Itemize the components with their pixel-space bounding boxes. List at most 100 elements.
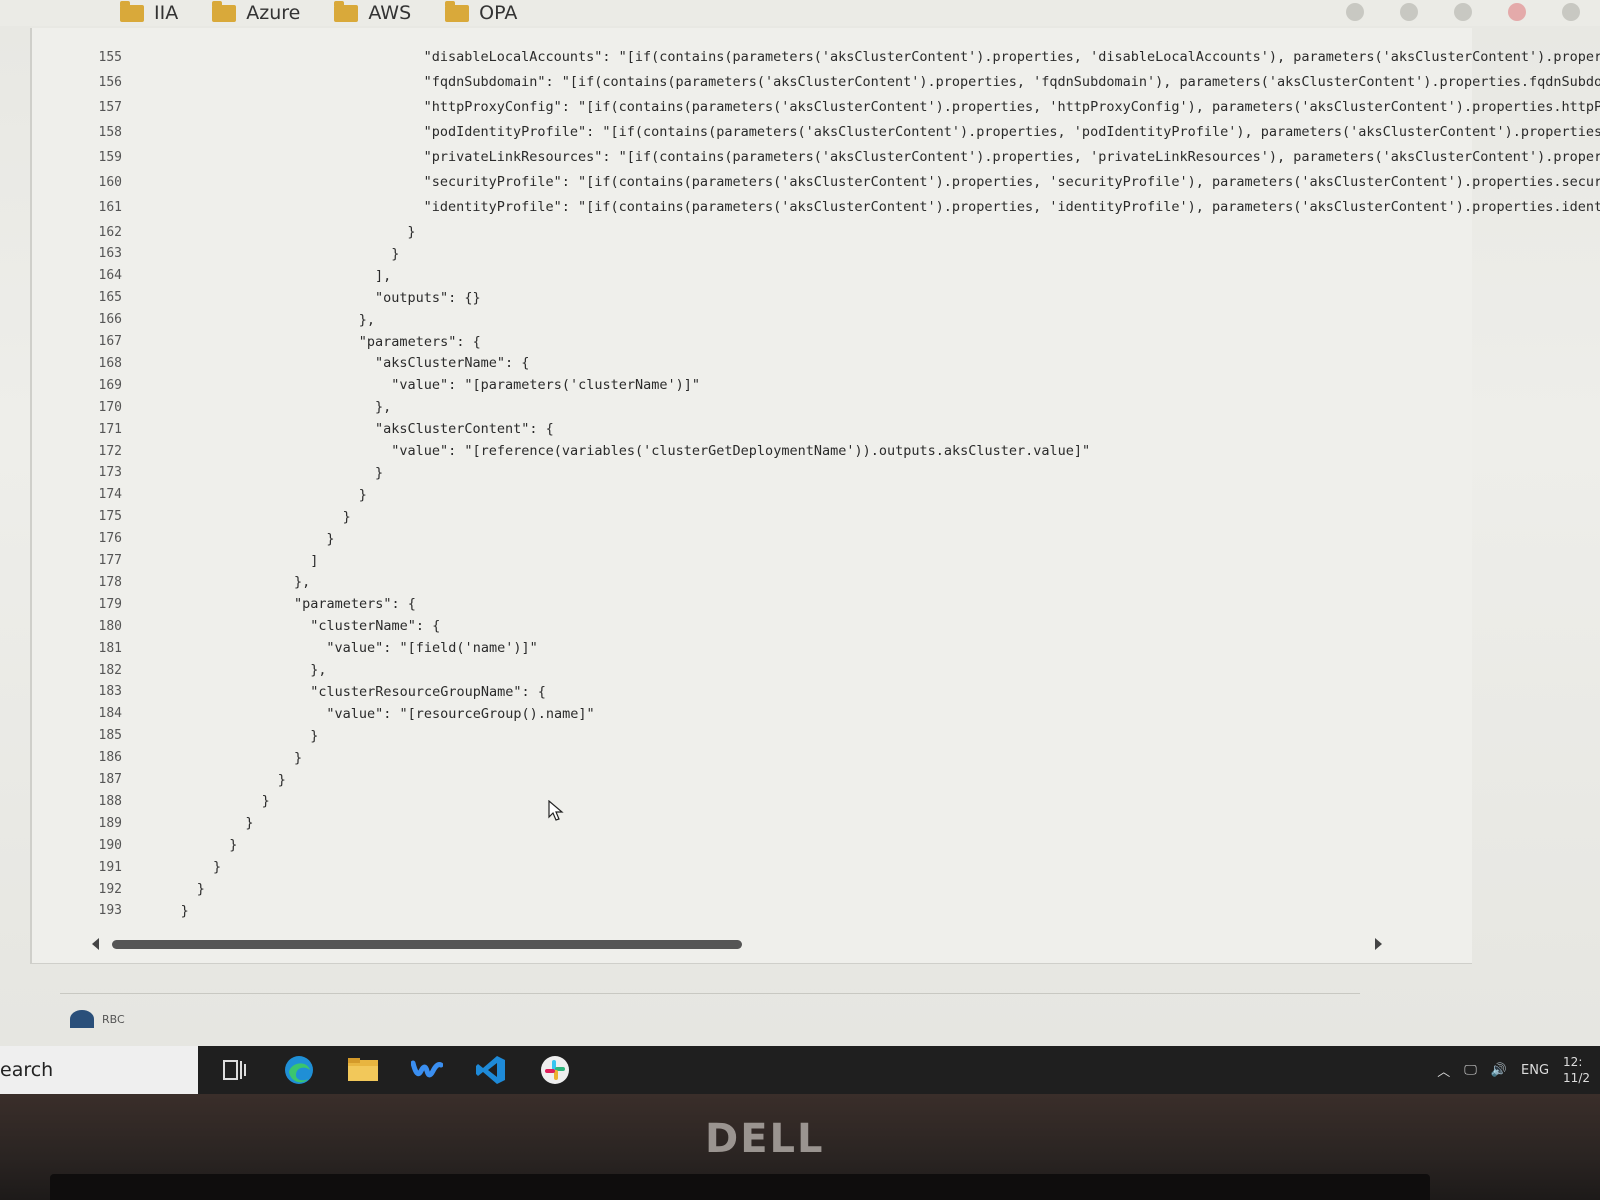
code-text: ] <box>310 552 319 569</box>
extension-icon[interactable] <box>1454 3 1472 21</box>
code-text: } <box>180 902 189 919</box>
bookmark-folder-azure[interactable]: Azure <box>212 0 301 24</box>
code-line: 187} <box>32 769 1472 791</box>
scrollbar-thumb[interactable] <box>112 940 742 949</box>
code-line: 160 "securityProfile": "[if(contains(para… <box>32 171 1600 193</box>
profile-icon[interactable] <box>1508 3 1526 21</box>
line-number: 188 <box>98 793 122 809</box>
folder-icon <box>120 0 144 22</box>
language-indicator[interactable]: ENG <box>1521 1063 1549 1078</box>
line-number: 168 <box>98 355 122 371</box>
code-line: 182}, <box>32 659 1472 681</box>
favorites-icon[interactable] <box>1400 3 1418 21</box>
code-text: "value": "[field('name')]" <box>326 640 538 657</box>
code-line: 162} <box>32 221 1472 243</box>
line-number: 171 <box>98 421 122 437</box>
bookmark-label: AWS <box>368 2 412 24</box>
code-text: }, <box>358 311 376 328</box>
slack-icon[interactable] <box>538 1053 572 1087</box>
code-line: 179 "parameters": { <box>32 593 1472 615</box>
line-number: 178 <box>98 574 122 590</box>
line-number: 161 <box>98 199 122 215</box>
refresh-icon[interactable] <box>1562 3 1580 21</box>
code-text: } <box>213 859 222 876</box>
line-number: 187 <box>98 772 122 787</box>
code-text: } <box>391 245 400 262</box>
code-editor[interactable]: 155 "disableLocalAccounts": "[if(contains… <box>30 28 1600 964</box>
clock[interactable]: 12: 11/2 <box>1563 1054 1590 1086</box>
line-number: 176 <box>98 531 122 547</box>
code-line: 155 "disableLocalAccounts": "[if(contains… <box>32 46 1600 68</box>
bookmark-folder-opa[interactable]: OPA <box>445 0 517 24</box>
network-icon[interactable]: 🖵 <box>1464 1063 1477 1078</box>
task-view-icon[interactable] <box>218 1053 252 1087</box>
code-text: } <box>407 224 416 240</box>
file-explorer-icon[interactable] <box>346 1053 380 1087</box>
line-number: 189 <box>98 815 122 831</box>
code-line: 185} <box>32 725 1472 747</box>
code-text: } <box>375 464 384 481</box>
vscode-icon[interactable] <box>474 1053 508 1087</box>
line-number: 175 <box>98 509 122 525</box>
folder-icon <box>212 0 237 22</box>
edge-icon[interactable] <box>282 1053 316 1087</box>
scroll-left-icon[interactable] <box>92 938 99 950</box>
code-text: } <box>326 530 335 547</box>
code-line: 178}, <box>32 571 1472 593</box>
code-text: } <box>245 815 254 832</box>
clock-time: 12: <box>1563 1055 1583 1069</box>
taskbar: earch ︿ 🖵 🔊 ENG 12: 11/2 <box>0 1046 1600 1094</box>
code-text: "podIdentityProfile": "[if(contains(para… <box>423 124 1600 140</box>
scroll-right-icon[interactable] <box>1375 938 1382 950</box>
bookmark-folder-aws[interactable]: AWS <box>334 0 412 24</box>
footer-brand: RBC <box>70 1010 125 1028</box>
taskbar-search-box[interactable]: earch <box>0 1046 198 1094</box>
code-text: "aksClusterContent": { <box>375 421 554 438</box>
download-icon[interactable] <box>1346 3 1364 21</box>
divider <box>60 993 1360 994</box>
line-number: 184 <box>98 706 122 722</box>
code-text: "value": "[parameters('clusterName')]" <box>391 377 701 394</box>
webex-icon[interactable] <box>410 1053 444 1087</box>
line-number: 177 <box>98 553 122 568</box>
line-number: 170 <box>98 399 122 415</box>
clock-date: 11/2 <box>1563 1071 1590 1085</box>
bookmark-label: Azure <box>246 2 301 24</box>
code-line: 174} <box>32 484 1472 506</box>
code-text: "fqdnSubdomain": "[if(contains(parameter… <box>423 74 1600 90</box>
code-text: }, <box>375 399 392 416</box>
volume-icon[interactable]: 🔊 <box>1491 1063 1507 1078</box>
chevron-up-icon[interactable]: ︿ <box>1437 1061 1450 1080</box>
code-line: 189} <box>32 812 1472 834</box>
line-number: 173 <box>98 465 122 481</box>
code-text: "clusterName": { <box>310 618 441 635</box>
code-text: } <box>277 771 286 788</box>
line-number: 156 <box>98 74 122 90</box>
bookmark-folder-iia[interactable]: IIA <box>120 0 179 24</box>
line-number: 193 <box>98 903 122 919</box>
footer-label: RBC <box>102 1012 125 1026</box>
line-number: 167 <box>98 334 122 349</box>
code-text: } <box>196 881 205 897</box>
code-line: 173} <box>32 462 1472 484</box>
code-line: 193} <box>32 900 1472 922</box>
line-number: 164 <box>98 268 122 284</box>
code-line: 177] <box>32 550 1472 572</box>
code-text: "identityProfile": "[if(contains(paramet… <box>423 199 1600 215</box>
line-number: 179 <box>98 596 122 612</box>
code-line: 180 "clusterName": { <box>32 615 1472 637</box>
horizontal-scrollbar[interactable] <box>92 938 1382 952</box>
code-line: 161 "identityProfile": "[if(contains(para… <box>32 196 1600 218</box>
folder-icon <box>445 0 470 22</box>
code-text: } <box>294 749 303 766</box>
code-line: 170}, <box>32 396 1472 418</box>
code-line: 181 "value": "[field('name')]" <box>32 637 1472 659</box>
mouse-cursor-icon <box>548 800 564 821</box>
code-line: 184 "value": "[resourceGroup().name]" <box>32 703 1472 725</box>
code-line: 183 "clusterResourceGroupName": { <box>32 681 1472 703</box>
code-text: "securityProfile": "[if(contains(paramet… <box>423 174 1600 190</box>
bookmark-label: IIA <box>154 2 179 24</box>
line-number: 162 <box>98 224 122 240</box>
code-line: 172 "value": "[reference(variables('clust… <box>32 440 1472 462</box>
code-text: } <box>310 727 319 744</box>
